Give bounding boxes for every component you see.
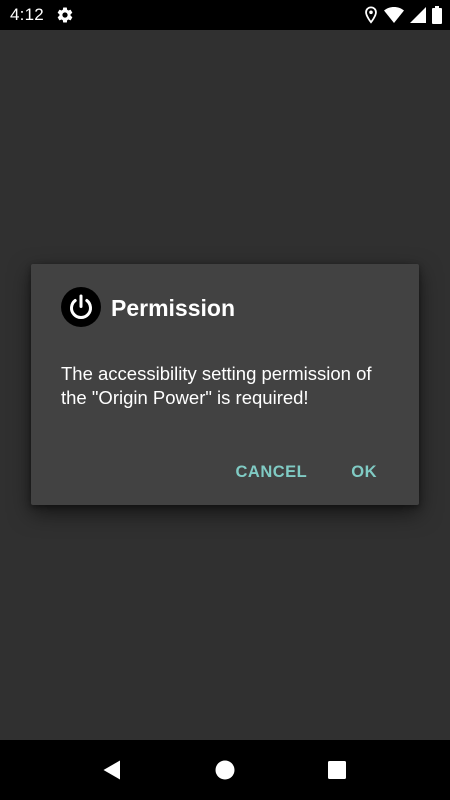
cancel-button[interactable]: CANCEL [224, 455, 320, 490]
battery-icon [432, 6, 442, 24]
dialog-title: Permission [111, 295, 235, 321]
permission-dialog: Permission The accessibility setting per… [31, 264, 419, 505]
settings-gear-icon [56, 6, 74, 24]
status-bar: 4:12 [0, 0, 450, 30]
dialog-message: The accessibility setting permission of … [61, 363, 372, 408]
location-icon [364, 6, 378, 24]
recents-icon[interactable] [325, 758, 349, 782]
status-time: 4:12 [10, 5, 44, 24]
signal-icon [410, 7, 426, 23]
status-icons [364, 5, 442, 25]
navigation-bar [0, 740, 450, 800]
ok-button[interactable]: OK [339, 455, 389, 490]
screen: 4:12 Permission The accessibility settin… [0, 0, 450, 800]
power-icon [61, 287, 101, 327]
dialog-actions: CANCEL OK [224, 454, 420, 490]
wifi-icon [384, 7, 404, 23]
home-icon[interactable] [213, 758, 237, 782]
back-icon[interactable] [100, 758, 124, 782]
